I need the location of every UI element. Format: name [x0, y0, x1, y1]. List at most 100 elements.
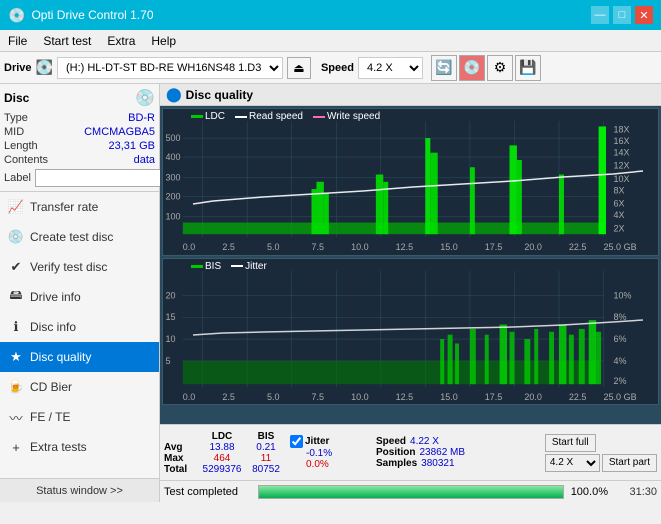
speed-dropdown-select[interactable]: 4.2 X	[545, 454, 600, 472]
nav-transfer-rate[interactable]: 📈 Transfer rate	[0, 192, 159, 222]
status-text: Test completed	[164, 486, 254, 498]
contents-label: Contents	[4, 154, 48, 166]
nav-disc-quality-label: Disc quality	[30, 350, 91, 364]
svg-text:10: 10	[165, 334, 175, 344]
disc-button[interactable]: 💿	[459, 55, 485, 81]
disc-quality-header: ⬤ Disc quality	[160, 84, 661, 106]
label-label: Label	[4, 172, 31, 184]
nav-extra-tests[interactable]: + Extra tests	[0, 432, 159, 462]
svg-text:25.0 GB: 25.0 GB	[604, 392, 637, 402]
jitter-header: Jitter	[305, 436, 329, 447]
disc-type-row: Type BD-R	[4, 112, 155, 124]
contents-value: data	[134, 154, 155, 166]
chart1-legend: LDC Read speed Write speed	[191, 111, 380, 122]
drive-bar: Drive 💽 (H:) HL-DT-ST BD-RE WH16NS48 1.D…	[0, 52, 661, 84]
bis-legend-color	[191, 265, 203, 268]
svg-text:500: 500	[165, 133, 180, 143]
nav-create-test-disc[interactable]: 💿 Create test disc	[0, 222, 159, 252]
stats-table: LDC BIS Avg 13.88 0.21 Max 464 11 Total	[164, 431, 284, 475]
nav-verify-test-disc-label: Verify test disc	[30, 260, 107, 274]
progress-bar-row: Test completed 100.0% 31:30	[160, 480, 661, 502]
read-speed-color	[235, 116, 247, 118]
total-bis: 80752	[248, 464, 284, 475]
time-display: 31:30	[612, 486, 657, 498]
close-button[interactable]: ✕	[635, 6, 653, 24]
start-buttons-section: Start full 4.2 X Start part	[545, 434, 657, 472]
nav-cd-bier-label: CD Bier	[30, 380, 72, 394]
svg-text:5.0: 5.0	[267, 242, 280, 252]
read-speed-label: Read speed	[249, 111, 303, 122]
svg-text:400: 400	[165, 152, 180, 162]
nav-disc-quality[interactable]: ★ Disc quality	[0, 342, 159, 372]
menu-extra[interactable]: Extra	[99, 32, 143, 50]
total-row: Total 5299376 80752	[164, 464, 284, 475]
refresh-button[interactable]: 🔄	[431, 55, 457, 81]
progress-fill	[259, 486, 563, 498]
svg-text:14X: 14X	[613, 148, 629, 158]
chart2-svg: 0.0 2.5 5.0 7.5 10.0 12.5 15.0 17.5 20.0…	[163, 259, 658, 405]
svg-text:15: 15	[165, 312, 175, 322]
svg-text:25.0 GB: 25.0 GB	[604, 242, 637, 252]
svg-text:2X: 2X	[613, 223, 624, 233]
settings-button[interactable]: ⚙	[487, 55, 513, 81]
disc-header: Disc 💿	[4, 88, 155, 108]
max-ldc: 464	[198, 453, 246, 464]
menu-start-test[interactable]: Start test	[35, 32, 99, 50]
speed-select[interactable]: 4.2 X	[358, 57, 423, 79]
samples-value: 380321	[421, 458, 454, 469]
jitter-legend-color	[231, 265, 243, 267]
svg-text:20: 20	[165, 290, 175, 300]
disc-title: Disc	[4, 91, 29, 105]
chart2-legend: BIS Jitter	[191, 261, 267, 272]
eject-button[interactable]: ⏏	[287, 57, 311, 79]
nav-disc-info[interactable]: ℹ Disc info	[0, 312, 159, 342]
content-area: ⬤ Disc quality LDC Read speed	[160, 84, 661, 502]
maximize-button[interactable]: □	[613, 6, 631, 24]
svg-text:22.5: 22.5	[569, 392, 587, 402]
samples-label: Samples	[376, 458, 417, 469]
svg-text:6%: 6%	[613, 334, 626, 344]
drive-label: Drive	[4, 62, 32, 74]
speed-stat-value: 4.22 X	[410, 436, 439, 447]
total-ldc: 5299376	[198, 464, 246, 475]
disc-quality-icon: ★	[8, 349, 24, 365]
extra-tests-icon: +	[8, 439, 24, 455]
menu-help[interactable]: Help	[143, 32, 184, 50]
save-button[interactable]: 💾	[515, 55, 541, 81]
svg-text:4X: 4X	[613, 210, 624, 220]
chart1-svg: 0.0 2.5 5.0 7.5 10.0 12.5 15.0 17.5 20.0…	[163, 109, 658, 255]
avg-row: Avg 13.88 0.21	[164, 442, 284, 453]
drive-select[interactable]: (H:) HL-DT-ST BD-RE WH16NS48 1.D3	[57, 57, 283, 79]
minimize-button[interactable]: —	[591, 6, 609, 24]
nav-fe-te[interactable]: 〰 FE / TE	[0, 402, 159, 432]
start-part-row: 4.2 X Start part	[545, 454, 657, 472]
svg-text:20.0: 20.0	[524, 392, 542, 402]
menu-file[interactable]: File	[0, 32, 35, 50]
svg-text:12.5: 12.5	[396, 242, 414, 252]
jitter-legend-label: Jitter	[245, 261, 267, 272]
svg-text:8%: 8%	[613, 312, 626, 322]
disc-section: Disc 💿 Type BD-R MID CMCMAGBA5 Length 23…	[0, 84, 159, 192]
read-speed-legend: Read speed	[235, 111, 303, 122]
nav-drive-info[interactable]: 🖴 Drive info	[0, 282, 159, 312]
nav-verify-test-disc[interactable]: ✔ Verify test disc	[0, 252, 159, 282]
start-part-button[interactable]: Start part	[602, 454, 657, 472]
disc-label-row: Label 🔍	[4, 169, 155, 187]
status-window-button[interactable]: Status window >>	[0, 478, 159, 502]
start-full-button[interactable]: Start full	[545, 434, 596, 452]
cd-bier-icon: 🍺	[8, 379, 24, 395]
svg-text:16X: 16X	[613, 136, 629, 146]
svg-text:18X: 18X	[613, 124, 629, 134]
max-label: Max	[164, 453, 196, 464]
position-value: 23862 MB	[419, 447, 465, 458]
nav-cd-bier[interactable]: 🍺 CD Bier	[0, 372, 159, 402]
jitter-checkbox[interactable]	[290, 435, 303, 448]
ldc-legend: LDC	[191, 111, 225, 122]
verify-disc-icon: ✔	[8, 259, 24, 275]
app-title: Opti Drive Control 1.70	[31, 8, 153, 22]
progress-percent: 100.0%	[568, 486, 608, 498]
speed-row: Speed 4.22 X	[376, 436, 486, 447]
chart2-wrapper: BIS Jitter	[162, 258, 659, 406]
app-icon: 💿	[8, 7, 25, 24]
disc-info-icon: ℹ	[8, 319, 24, 335]
